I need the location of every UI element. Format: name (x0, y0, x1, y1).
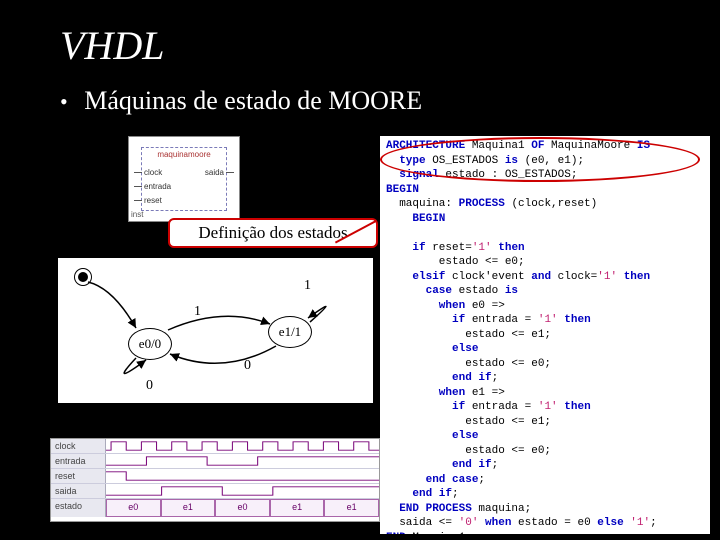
waveform-panel: clock entrada reset saida estado e0 e1 e… (50, 438, 380, 522)
pin-clock: clock (144, 168, 162, 177)
state-seg-0: e0 (106, 499, 161, 517)
wave-label-clock: clock (51, 439, 106, 453)
wave-label-reset: reset (51, 469, 106, 483)
bullet-dot: • (60, 89, 68, 114)
wave-track-entrada (106, 454, 379, 468)
callout-definition: Definição dos estados (168, 218, 378, 248)
wave-label-saida: saida (51, 484, 106, 498)
block-diagram: maquinamoore clock entrada reset saida i… (128, 136, 240, 222)
state-seg-3: e1 (270, 499, 325, 517)
state-diagram: e0/0 e1/1 1 1 0 0 (58, 258, 373, 403)
pin-saida: saida (205, 168, 224, 177)
state-diagram-edges (58, 258, 373, 403)
wave-track-clock (106, 439, 379, 453)
state-seg-2: e0 (215, 499, 270, 517)
vhdl-code: ARCHITECTURE Maquina1 OF MaquinaMoore IS… (380, 136, 710, 534)
pin-reset: reset (144, 196, 162, 205)
wave-label-entrada: entrada (51, 454, 106, 468)
state-seg-1: e1 (161, 499, 216, 517)
pin-entrada: entrada (144, 182, 171, 191)
bullet-text: Máquinas de estado de MOORE (84, 86, 422, 115)
block-inst-label: inst (131, 210, 143, 219)
bullet-heading: • Máquinas de estado de MOORE (60, 86, 422, 116)
state-seg-4: e1 (324, 499, 379, 517)
wave-track-saida (106, 484, 379, 498)
block-name: maquinamoore (142, 150, 226, 159)
wave-track-estado: e0 e1 e0 e1 e1 (106, 499, 379, 517)
slide-title: VHDL (60, 22, 164, 69)
wave-track-reset (106, 469, 379, 483)
block-inner: maquinamoore clock entrada reset saida (141, 147, 227, 211)
wave-label-estado: estado (51, 499, 106, 517)
